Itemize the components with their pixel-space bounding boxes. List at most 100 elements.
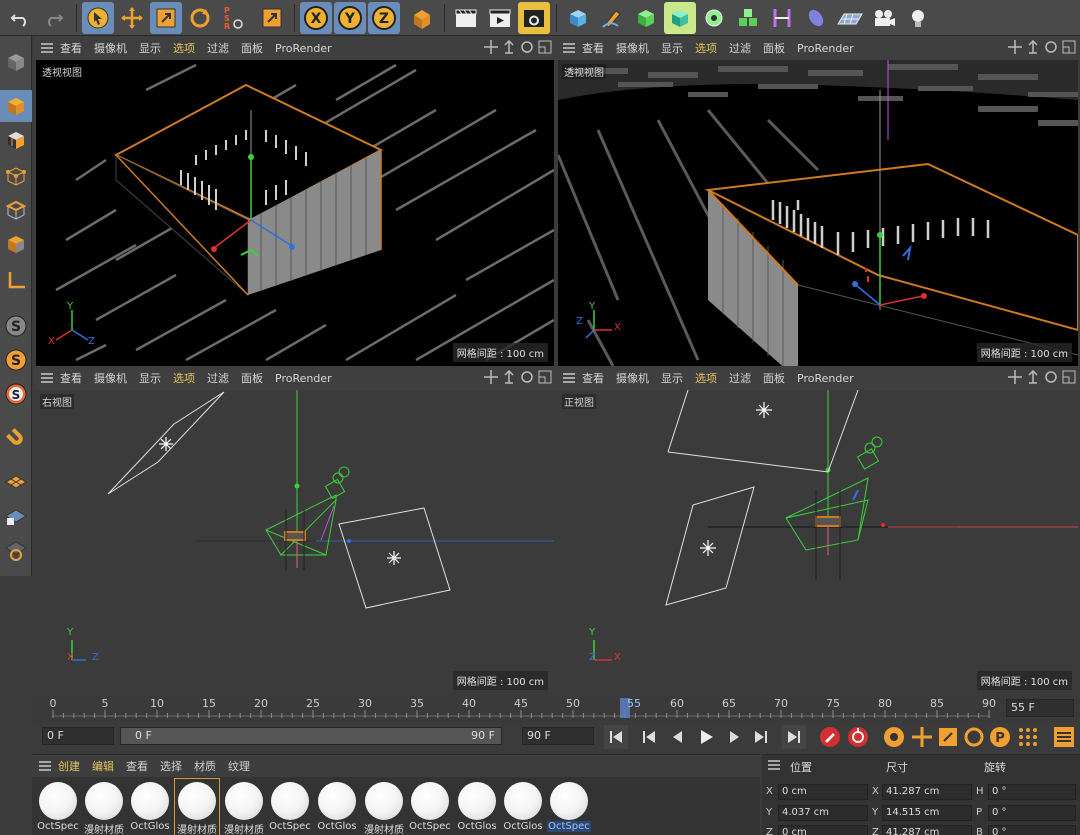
workplane-icon[interactable]: [0, 466, 32, 498]
menu-panel[interactable]: 面板: [763, 370, 785, 386]
rotation-b-field[interactable]: 0 °: [988, 825, 1076, 835]
array-generator-icon[interactable]: [664, 2, 696, 34]
position-y-field[interactable]: 4.037 cm: [778, 805, 868, 821]
menu-options[interactable]: 选项: [695, 370, 717, 386]
menu-panel[interactable]: 面板: [241, 40, 263, 56]
menu-filter[interactable]: 过滤: [207, 40, 229, 56]
maximize-viewport-icon[interactable]: [538, 40, 552, 54]
menu-hamburger-icon[interactable]: [556, 43, 582, 53]
menu-camera[interactable]: 摄像机: [94, 40, 127, 56]
size-x-field[interactable]: 41.287 cm: [882, 784, 972, 800]
menu-display[interactable]: 显示: [661, 40, 683, 56]
material-swatch[interactable]: OctGlos: [455, 779, 499, 835]
axis-mode-icon[interactable]: [0, 264, 32, 296]
prev-key-button[interactable]: [638, 725, 662, 749]
material-swatch[interactable]: 漫射材质: [222, 779, 266, 835]
x-axis-lock-icon[interactable]: X: [300, 2, 332, 34]
menu-camera[interactable]: 摄像机: [616, 370, 649, 386]
orbit-icon[interactable]: [520, 370, 534, 384]
move-tool-icon[interactable]: [116, 2, 148, 34]
viewport-canvas[interactable]: Y X Z 透视视图 网格间距 : 100 cm: [36, 60, 554, 366]
cube-primitive-icon[interactable]: [562, 2, 594, 34]
y-axis-lock-icon[interactable]: Y: [334, 2, 366, 34]
make-editable-icon[interactable]: [0, 46, 32, 78]
edges-mode-icon[interactable]: [0, 194, 32, 226]
menu-prorender[interactable]: ProRender: [275, 372, 332, 385]
orbit-icon[interactable]: [520, 40, 534, 54]
end-frame-field[interactable]: 90 F: [522, 727, 594, 745]
goto-start-button[interactable]: [604, 725, 628, 749]
coordinate-system-icon[interactable]: [406, 2, 438, 34]
dolly-icon[interactable]: [502, 370, 516, 384]
menu-options[interactable]: 选项: [173, 370, 195, 386]
viewport-canvas[interactable]: Y X Z 透视视图 网格间距 : 100 cm: [558, 60, 1078, 366]
material-swatch[interactable]: OctGlos: [315, 779, 359, 835]
snap-magnet-icon[interactable]: [0, 422, 32, 454]
menu-create[interactable]: 创建: [58, 758, 80, 774]
menu-options[interactable]: 选项: [695, 40, 717, 56]
solo-single-icon[interactable]: S: [0, 344, 32, 376]
material-swatch-selected[interactable]: 漫射材质: [174, 778, 220, 835]
menu-panel[interactable]: 面板: [241, 370, 263, 386]
material-swatch[interactable]: OctSpec: [547, 779, 591, 835]
light-icon[interactable]: [902, 2, 934, 34]
timeline-window-button[interactable]: [1052, 725, 1076, 749]
menu-prorender[interactable]: ProRender: [275, 42, 332, 55]
rotation-h-field[interactable]: 0 °: [988, 784, 1076, 800]
menu-display[interactable]: 显示: [139, 40, 161, 56]
menu-display[interactable]: 显示: [139, 370, 161, 386]
key-position-button[interactable]: [910, 725, 934, 749]
menu-panel[interactable]: 面板: [763, 40, 785, 56]
record-keys-button[interactable]: [818, 725, 842, 749]
material-swatch[interactable]: OctSpec: [408, 779, 452, 835]
menu-material[interactable]: 材质: [194, 758, 216, 774]
menu-select[interactable]: 选择: [160, 758, 182, 774]
menu-hamburger-icon[interactable]: [34, 43, 60, 53]
position-z-field[interactable]: 0 cm: [778, 825, 868, 835]
menu-filter[interactable]: 过滤: [729, 370, 751, 386]
points-mode-icon[interactable]: [0, 160, 32, 192]
material-swatch[interactable]: 漫射材质: [362, 779, 406, 835]
menu-camera[interactable]: 摄像机: [94, 370, 127, 386]
key-pla-button[interactable]: [1016, 725, 1040, 749]
recent-tool-icon[interactable]: [256, 2, 288, 34]
timeline-ruler[interactable]: 0 5 10 15 20 25 30 35 40 45 50 55 60 65 …: [32, 696, 1080, 722]
next-key-button[interactable]: [748, 725, 772, 749]
autokey-button[interactable]: [846, 725, 870, 749]
dolly-icon[interactable]: [502, 40, 516, 54]
effector-icon[interactable]: [800, 2, 832, 34]
orbit-icon[interactable]: [1044, 40, 1058, 54]
menu-edit[interactable]: 编辑: [92, 758, 114, 774]
size-z-field[interactable]: 41.287 cm: [882, 825, 972, 835]
menu-options[interactable]: 选项: [173, 40, 195, 56]
menu-hamburger-icon[interactable]: [556, 373, 582, 383]
position-x-field[interactable]: 0 cm: [778, 784, 868, 800]
key-scale-button[interactable]: [936, 725, 960, 749]
maximize-viewport-icon[interactable]: [1062, 40, 1076, 54]
key-parameter-button[interactable]: P: [988, 725, 1012, 749]
pen-spline-icon[interactable]: [596, 2, 628, 34]
undo-icon[interactable]: [4, 2, 36, 34]
maximize-viewport-icon[interactable]: [1062, 370, 1076, 384]
menu-filter[interactable]: 过滤: [207, 370, 229, 386]
scale-tool-icon[interactable]: [150, 2, 182, 34]
menu-filter[interactable]: 过滤: [729, 40, 751, 56]
menu-view[interactable]: 查看: [126, 758, 148, 774]
pan-icon[interactable]: [484, 370, 498, 384]
menu-display[interactable]: 显示: [661, 370, 683, 386]
pan-icon[interactable]: [1008, 370, 1022, 384]
pan-icon[interactable]: [1008, 40, 1022, 54]
rotate-tool-icon[interactable]: [184, 2, 216, 34]
menu-camera[interactable]: 摄像机: [616, 40, 649, 56]
render-view-icon[interactable]: [450, 2, 482, 34]
render-to-picture-viewer-icon[interactable]: [484, 2, 516, 34]
current-frame-field[interactable]: 55 F: [1006, 699, 1074, 717]
dolly-icon[interactable]: [1026, 40, 1040, 54]
rotation-p-field[interactable]: 0 °: [988, 805, 1076, 821]
orbit-icon[interactable]: [1044, 370, 1058, 384]
menu-hamburger-icon[interactable]: [34, 373, 60, 383]
key-rotation-button[interactable]: [962, 725, 986, 749]
redo-icon[interactable]: [38, 2, 70, 34]
subdivision-surface-icon[interactable]: [630, 2, 662, 34]
size-y-field[interactable]: 14.515 cm: [882, 805, 972, 821]
